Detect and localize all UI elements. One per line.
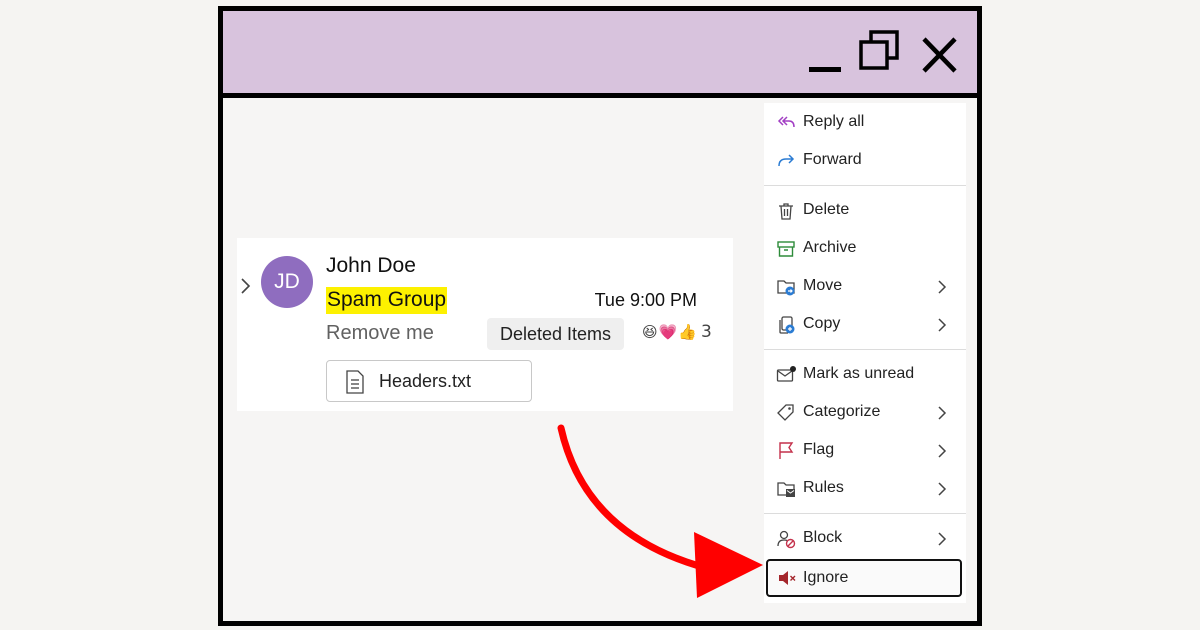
menu-item-block[interactable]: Block [764, 521, 966, 557]
message-time: Tue 9:00 PM [594, 290, 697, 310]
tag-icon [776, 403, 796, 423]
trash-icon [776, 201, 796, 221]
chevron-right-icon [936, 405, 948, 425]
menu-item-label: Ignore [803, 569, 849, 586]
folder-badge[interactable]: Deleted Items [487, 318, 625, 350]
menu-item-label: Delete [803, 201, 850, 218]
envelope-unread-icon [776, 365, 796, 385]
menu-item-label: Archive [803, 239, 857, 256]
chevron-right-icon [936, 481, 948, 501]
menu-item-label: Copy [803, 315, 841, 332]
menu-item-mark-unread[interactable]: Mark as unread [764, 357, 966, 393]
chevron-right-icon [936, 279, 948, 299]
message-preview: Remove me [326, 322, 434, 344]
text-file-icon [345, 370, 365, 398]
menu-item-reply-all[interactable]: Reply all [764, 105, 966, 141]
reaction-count: 3 [701, 322, 712, 342]
menu-item-label: Reply all [803, 113, 865, 130]
menu-item-label: Rules [803, 479, 844, 496]
menu-item-delete[interactable]: Delete [764, 193, 966, 229]
title-bar [223, 11, 977, 98]
heart-emoji-icon: 💗 [658, 323, 678, 341]
reply-all-icon [776, 113, 796, 133]
menu-item-move[interactable]: Move [764, 269, 966, 305]
block-user-icon [776, 529, 796, 549]
copy-icon [776, 315, 796, 335]
move-folder-icon [776, 277, 796, 297]
context-menu: Reply all Forward Delete Archive Move Co… [764, 103, 966, 603]
app-window: JD John Doe Spam Group Tue 9:00 PM Remov… [218, 6, 982, 626]
message-subject: Spam Group [326, 287, 448, 314]
reactions[interactable]: 😆 💗 👍 3 [642, 322, 712, 342]
menu-item-label: Categorize [803, 403, 881, 420]
menu-item-ignore[interactable]: Ignore [766, 559, 962, 597]
close-icon [922, 37, 957, 73]
attachment-name: Headers.txt [379, 371, 472, 391]
chevron-right-icon [936, 317, 948, 337]
menu-item-archive[interactable]: Archive [764, 231, 966, 267]
sender-name: John Doe [326, 254, 416, 277]
chevron-right-icon [936, 443, 948, 463]
avatar: JD [261, 256, 313, 308]
menu-item-label: Move [803, 277, 843, 294]
menu-item-rules[interactable]: Rules [764, 471, 966, 507]
forward-icon [776, 151, 796, 171]
attachment-chip[interactable]: Headers.txt [326, 360, 532, 402]
message-list-item[interactable]: JD John Doe Spam Group Tue 9:00 PM Remov… [237, 238, 733, 411]
menu-item-label: Flag [803, 441, 835, 458]
menu-item-copy[interactable]: Copy [764, 307, 966, 343]
restore-icon [859, 30, 899, 70]
menu-item-label: Block [803, 529, 843, 546]
rules-folder-icon [776, 479, 796, 499]
menu-item-label: Mark as unread [803, 365, 915, 382]
minimize-button[interactable] [807, 29, 847, 79]
menu-item-label: Forward [803, 151, 862, 168]
archive-icon [776, 239, 796, 259]
laughing-emoji-icon: 😆 [642, 323, 658, 341]
flag-icon [776, 441, 796, 461]
thumbs-up-emoji-icon: 👍 [678, 323, 698, 341]
menu-item-forward[interactable]: Forward [764, 143, 966, 179]
minimize-icon [809, 67, 841, 72]
close-button[interactable] [919, 29, 965, 79]
chevron-right-icon[interactable] [239, 276, 253, 300]
menu-divider [764, 513, 966, 514]
menu-divider [764, 349, 966, 350]
menu-divider [764, 185, 966, 186]
chevron-right-icon [936, 531, 948, 551]
restore-button[interactable] [857, 29, 903, 79]
menu-item-flag[interactable]: Flag [764, 433, 966, 469]
mute-speaker-icon [777, 568, 797, 588]
menu-item-categorize[interactable]: Categorize [764, 395, 966, 431]
